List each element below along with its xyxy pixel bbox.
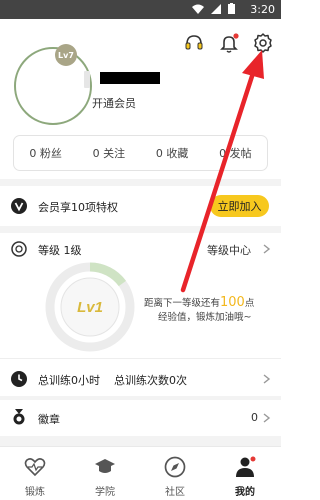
signal-icon <box>211 3 221 14</box>
tab-mine[interactable]: 我的 <box>210 447 280 500</box>
level-info-prefix: 距离下一等级还有 <box>144 298 221 309</box>
stat-following[interactable]: 0 关注 <box>93 145 126 161</box>
stat-fans[interactable]: 0 粉丝 <box>29 145 62 161</box>
notification-dot <box>233 33 239 39</box>
battery-icon <box>228 3 235 14</box>
tab-mine-label: 我的 <box>235 487 255 498</box>
profile-stats: 0 粉丝 0 关注 0 收藏 0 发帖 <box>13 135 268 171</box>
vip-privilege-label: 会员享10项特权 <box>38 201 118 214</box>
vip-row[interactable]: 会员享10项特权 立即加入 <box>0 186 281 226</box>
section-divider <box>0 436 281 446</box>
chevron-right-icon[interactable] <box>263 413 271 423</box>
vip-icon <box>11 198 27 214</box>
tab-academy-label: 学院 <box>95 487 115 498</box>
tab-community[interactable]: 社区 <box>140 447 210 500</box>
heart-pulse-icon <box>24 458 46 477</box>
avatar[interactable] <box>14 47 92 125</box>
section-divider <box>0 226 281 233</box>
level-icon <box>11 241 27 257</box>
level-ring-badge: Lv1 <box>77 299 103 316</box>
stat-favorites[interactable]: 0 收藏 <box>156 145 189 161</box>
level-info-encourage: 经验值，锻炼加油哦~ <box>158 312 252 323</box>
badges-label: 徽章 <box>38 413 60 426</box>
level-title: 等级 1级 <box>38 244 82 257</box>
wifi-icon <box>192 4 204 14</box>
level-points-unit: 点 <box>244 298 255 309</box>
training-total-count: 总训练次数0次 <box>114 374 187 387</box>
open-vip-link[interactable]: 开通会员 <box>92 95 136 111</box>
tab-community-label: 社区 <box>165 487 185 498</box>
notification-dot <box>250 456 256 462</box>
profile-header: Lv7 开通会员 0 粉丝 0 关注 0 收藏 0 发帖 <box>0 19 281 179</box>
level-progress-ring[interactable]: Lv1 <box>45 262 135 352</box>
headset-icon[interactable] <box>183 32 205 54</box>
level-points: 100 <box>220 295 245 310</box>
training-row[interactable]: 总训练0小时 总训练次数0次 <box>0 362 281 396</box>
medal-icon <box>13 409 25 425</box>
chevron-right-icon[interactable] <box>263 374 271 384</box>
bottom-tab-bar: 锻炼 学院 社区 我的 <box>0 446 281 500</box>
bell-icon[interactable] <box>218 32 240 54</box>
badges-row[interactable]: 徽章 0 <box>0 400 281 436</box>
compass-icon <box>164 456 186 478</box>
tab-academy[interactable]: 学院 <box>70 447 140 500</box>
training-total-time: 总训练0小时 <box>38 374 100 387</box>
join-vip-button[interactable]: 立即加入 <box>210 195 269 217</box>
status-time: 3:20 <box>250 3 275 16</box>
stat-posts[interactable]: 0 发帖 <box>219 145 252 161</box>
clock-icon <box>11 371 27 387</box>
level-badge: Lv7 <box>55 44 77 66</box>
tab-exercise[interactable]: 锻炼 <box>0 447 70 500</box>
badges-count: 0 <box>251 411 258 424</box>
graduation-cap-icon <box>95 459 115 473</box>
status-bar: 3:20 <box>0 0 281 19</box>
section-divider <box>0 179 281 186</box>
tab-exercise-label: 锻炼 <box>25 487 45 498</box>
level-info: 距离下一等级还有100点 经验值，锻炼加油哦~ <box>144 296 274 325</box>
gear-icon[interactable] <box>252 32 274 54</box>
username-redacted <box>100 72 160 84</box>
avatar-edge <box>84 71 90 88</box>
level-center-link[interactable]: 等级中心 <box>207 242 251 258</box>
chevron-right-icon[interactable] <box>263 244 271 254</box>
person-icon <box>236 456 256 477</box>
section-divider <box>0 358 281 359</box>
status-icons <box>192 3 235 14</box>
